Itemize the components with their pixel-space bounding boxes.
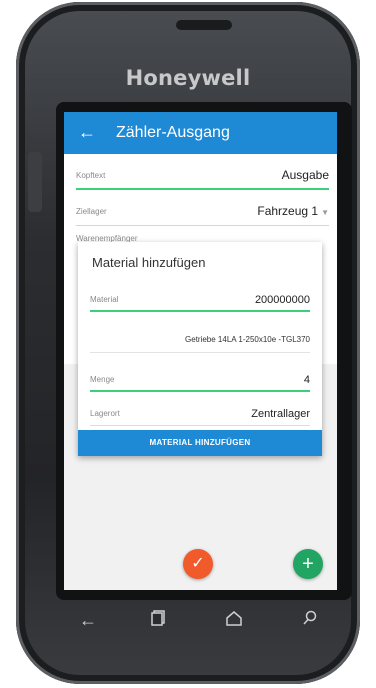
field-underline — [76, 188, 329, 190]
speaker-grille — [176, 20, 232, 30]
add-material-dialog: Material hinzufügen Material 200000000 G… — [78, 242, 322, 456]
app-screen: ← Zähler-Ausgang Kopftext Ausgabe Ziella… — [64, 112, 337, 590]
lagerort-value[interactable]: Zentrallager — [251, 408, 310, 420]
recent-apps-icon[interactable] — [146, 610, 170, 630]
field-underline — [90, 310, 310, 312]
dialog-title: Material hinzufügen — [92, 255, 206, 270]
check-icon[interactable]: ✓ — [183, 549, 213, 579]
side-scan-button-left[interactable] — [28, 152, 42, 212]
home-icon[interactable] — [222, 610, 246, 630]
app-bar: ← Zähler-Ausgang — [64, 112, 337, 154]
material-label: Material — [90, 295, 119, 304]
kopftext-field[interactable]: Kopftext Ausgabe — [76, 156, 329, 190]
ziellager-selected: Fahrzeug 1 — [257, 204, 319, 218]
ziellager-label: Ziellager — [76, 207, 107, 216]
menge-field[interactable]: Menge 4 — [90, 366, 310, 392]
arrow-left-icon[interactable]: ← — [78, 122, 98, 142]
device-brand-logo: Honeywell — [125, 66, 251, 90]
back-icon[interactable]: ← — [76, 610, 100, 630]
material-description: Getriebe 14LA 1-250x10e -TGL370 — [185, 335, 310, 344]
lagerort-label: Lagerort — [90, 409, 120, 418]
page-title: Zähler-Ausgang — [116, 124, 230, 141]
material-field[interactable]: Material 200000000 — [90, 286, 310, 312]
ziellager-select[interactable]: Ziellager Fahrzeug 1 ▼ — [76, 192, 329, 226]
material-value[interactable]: 200000000 — [255, 294, 310, 306]
kopftext-label: Kopftext — [76, 171, 106, 180]
system-nav-bar: ← — [64, 600, 337, 640]
field-underline — [76, 225, 329, 226]
recent-apps-glyph — [151, 610, 165, 626]
kopftext-value[interactable]: Ausgabe — [282, 168, 329, 182]
dropdown-caret-icon: ▼ — [321, 208, 329, 217]
field-underline — [90, 390, 310, 392]
divider — [90, 352, 310, 353]
search-glyph — [303, 610, 317, 625]
field-underline — [90, 425, 310, 426]
home-glyph — [226, 611, 242, 626]
menge-label: Menge — [90, 375, 115, 384]
lagerort-field[interactable]: Lagerort Zentrallager — [90, 400, 310, 426]
search-icon[interactable] — [298, 610, 322, 630]
plus-icon[interactable]: + — [293, 549, 323, 579]
add-material-button[interactable]: MATERIAL HINZUFÜGEN — [78, 430, 322, 456]
menge-value[interactable]: 4 — [304, 374, 310, 386]
ziellager-value[interactable]: Fahrzeug 1 ▼ — [257, 204, 329, 218]
